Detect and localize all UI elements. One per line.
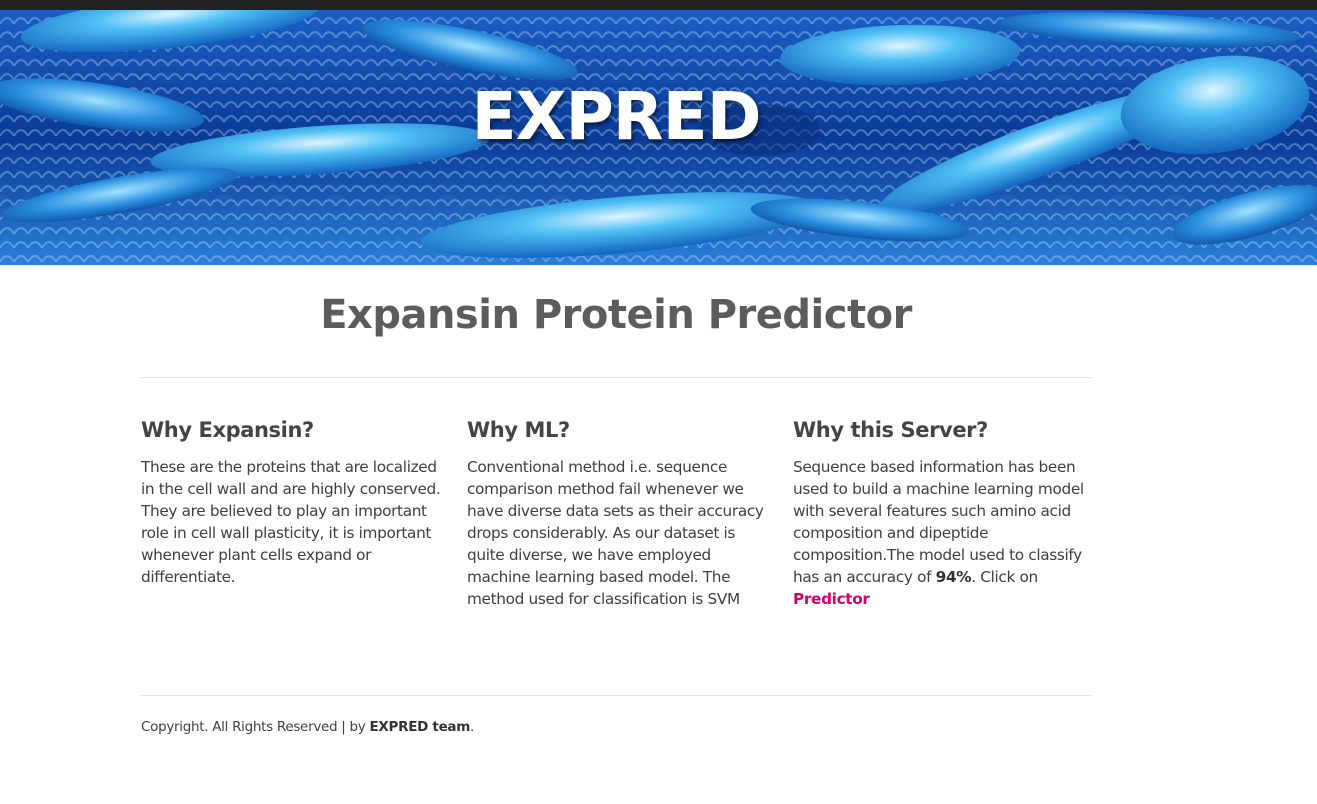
column-heading: Why Expansin? (141, 418, 314, 442)
column-why-expansin: Why Expansin? These are the proteins tha… (141, 418, 441, 588)
column-text: Conventional method i.e. sequence compar… (467, 458, 764, 608)
column-text: Sequence based information has been used… (793, 456, 1093, 610)
column-heading: Why this Server? (793, 418, 988, 442)
site-logo-title: EXPRED (471, 78, 761, 155)
team-name: EXPRED team (369, 719, 471, 735)
column-text: These are the proteins that are localize… (141, 458, 441, 586)
column-why-ml: Why ML? Conventional method i.e. sequenc… (467, 418, 767, 610)
footer-period: . (470, 719, 475, 735)
top-bar (0, 0, 1317, 10)
divider-bottom (141, 695, 1091, 696)
footer: Copyright. All Rights Reserved | by EXPR… (141, 719, 474, 735)
divider-top (141, 377, 1091, 378)
copyright-text: Copyright. All Rights Reserved | by (141, 719, 370, 735)
column-why-server: Why this Server? Sequence based informat… (793, 418, 1093, 610)
predictor-link[interactable]: Predictor (793, 590, 870, 608)
column-text-start: Sequence based information has been used… (793, 458, 1084, 586)
page-title: Expansin Protein Predictor (320, 292, 912, 338)
column-text-end: . Click on (971, 568, 1038, 586)
column-heading: Why ML? (467, 418, 570, 442)
accuracy-value: 94% (935, 568, 972, 586)
hero-banner: EXPRED (0, 10, 1317, 265)
